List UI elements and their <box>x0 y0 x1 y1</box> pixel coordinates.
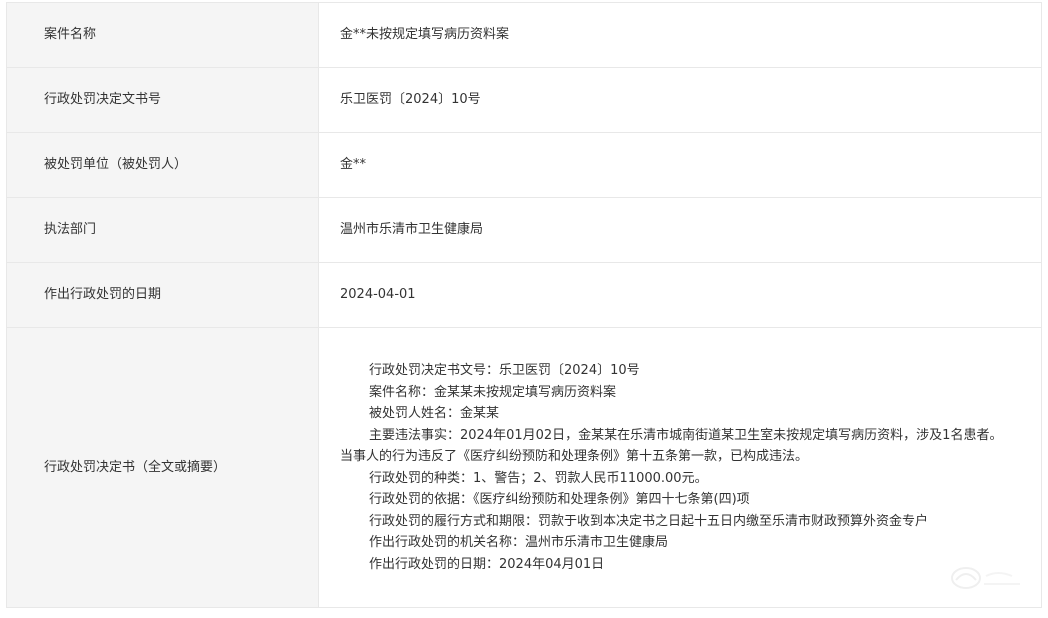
penalized-party-label: 被处罚单位（被处罚人） <box>6 132 319 198</box>
penalty-date-label: 作出行政处罚的日期 <box>6 262 319 328</box>
document-number-label: 行政处罚决定文书号 <box>6 67 319 133</box>
decision-line-facts: 主要违法事实：2024年01月02日，金某某在乐清市城南街道某卫生室未按规定填写… <box>369 427 1003 443</box>
decision-line-legal-basis: 行政处罚的依据：《医疗纠纷预防和处理条例》第四十七条第(四)项 <box>369 492 750 507</box>
decision-line-document-number: 行政处罚决定书文号：乐卫医罚〔2024〕10号 <box>369 363 640 378</box>
enforcement-department-label: 执法部门 <box>6 197 319 263</box>
enforcement-department-value: 温州市乐清市卫生健康局 <box>318 197 1042 263</box>
penalty-date-value: 2024-04-01 <box>318 262 1042 328</box>
table-row-penalized-party: 被处罚单位（被处罚人） 金** <box>6 132 1042 198</box>
decision-line-case-name: 案件名称：金某某未按规定填写病历资料案 <box>369 384 617 400</box>
table-row-enforcement-department: 执法部门 温州市乐清市卫生健康局 <box>6 197 1042 263</box>
decision-line-payment-terms: 行政处罚的履行方式和期限：罚款于收到本决定书之日起十五日内缴至乐清市财政预算外资… <box>369 513 929 529</box>
table-row-document-number: 行政处罚决定文书号 乐卫医罚〔2024〕10号 <box>6 67 1042 133</box>
case-name-label: 案件名称 <box>6 2 319 68</box>
penalty-info-table: 案件名称 金**未按规定填写病历资料案 行政处罚决定文书号 乐卫医罚〔2024〕… <box>6 2 1042 608</box>
decision-line-violation: 当事人的行为违反了《医疗纠纷预防和处理条例》第十五条第一款，已构成违法。 <box>340 449 809 464</box>
document-number-value: 乐卫医罚〔2024〕10号 <box>318 67 1042 133</box>
decision-line-date: 作出行政处罚的日期：2024年04月01日 <box>369 556 605 572</box>
decision-line-penalty-type: 行政处罚的种类：1、警告；2、罚款人民币11000.00元。 <box>369 470 708 486</box>
decision-full-text-label: 行政处罚决定书（全文或摘要） <box>6 327 319 608</box>
decision-line-party-name: 被处罚人姓名：金某某 <box>369 406 500 421</box>
table-row-decision-full-text: 行政处罚决定书（全文或摘要） 行政处罚决定书文号：乐卫医罚〔2024〕10号 案… <box>6 327 1042 608</box>
decision-line-authority: 作出行政处罚的机关名称：温州市乐清市卫生健康局 <box>369 535 669 550</box>
table-row-case-name: 案件名称 金**未按规定填写病历资料案 <box>6 2 1042 68</box>
decision-full-text-value: 行政处罚决定书文号：乐卫医罚〔2024〕10号 案件名称：金某某未按规定填写病历… <box>318 327 1042 608</box>
penalized-party-value: 金** <box>318 132 1042 198</box>
watermark-logo <box>951 567 1020 589</box>
table-row-penalty-date: 作出行政处罚的日期 2024-04-01 <box>6 262 1042 328</box>
case-name-value: 金**未按规定填写病历资料案 <box>318 2 1042 68</box>
